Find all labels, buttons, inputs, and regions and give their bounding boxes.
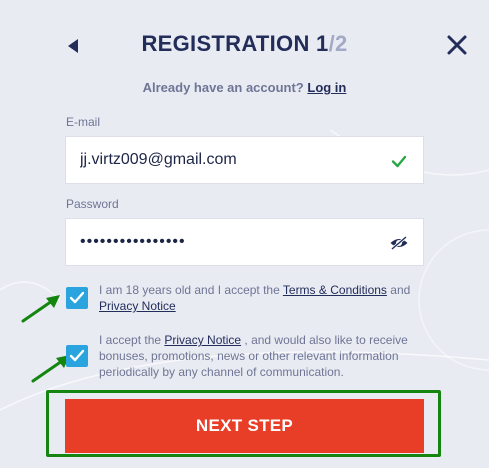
annotation-arrow-icon (21, 295, 60, 323)
privacy-notice-link[interactable]: Privacy Notice (99, 299, 176, 313)
password-field[interactable]: •••••••••••••••• (80, 219, 186, 265)
email-field[interactable] (80, 137, 370, 183)
close-button[interactable] (445, 33, 469, 57)
next-step-button[interactable]: NEXT STEP (65, 399, 424, 453)
close-icon (447, 35, 467, 55)
password-label: Password (66, 197, 119, 211)
login-prompt-line: Already have an account? Log in (0, 80, 489, 95)
check-icon (391, 155, 407, 168)
email-label: E-mail (66, 115, 101, 129)
checkmark-icon (69, 349, 85, 362)
email-field-box (65, 136, 424, 184)
age-terms-text-before: I am 18 years old and I accept the (99, 283, 283, 297)
terms-conditions-link[interactable]: Terms & Conditions (283, 283, 387, 297)
age-terms-text-middle: and (386, 283, 411, 297)
login-prompt: Already have an account? (142, 80, 304, 95)
page-title: REGISTRATION 1/2 (0, 31, 489, 57)
age-terms-checkbox[interactable] (66, 287, 88, 309)
age-terms-text: I am 18 years old and I accept the Terms… (99, 282, 419, 314)
marketing-consent-checkbox[interactable] (66, 345, 88, 367)
title-step-total: /2 (328, 31, 348, 56)
marketing-consent-text-before: I accept the (99, 333, 165, 347)
marketing-consent-text: I accept the Privacy Notice , and would … (99, 332, 419, 380)
eye-slash-icon[interactable] (389, 233, 409, 253)
registration-header: REGISTRATION 1/2 (0, 26, 489, 66)
privacy-notice-link-2[interactable]: Privacy Notice (164, 333, 241, 347)
password-field-box[interactable]: •••••••••••••••• (65, 218, 424, 266)
title-main: REGISTRATION 1 (141, 31, 329, 56)
login-link[interactable]: Log in (307, 80, 346, 95)
checkmark-icon (69, 291, 85, 304)
